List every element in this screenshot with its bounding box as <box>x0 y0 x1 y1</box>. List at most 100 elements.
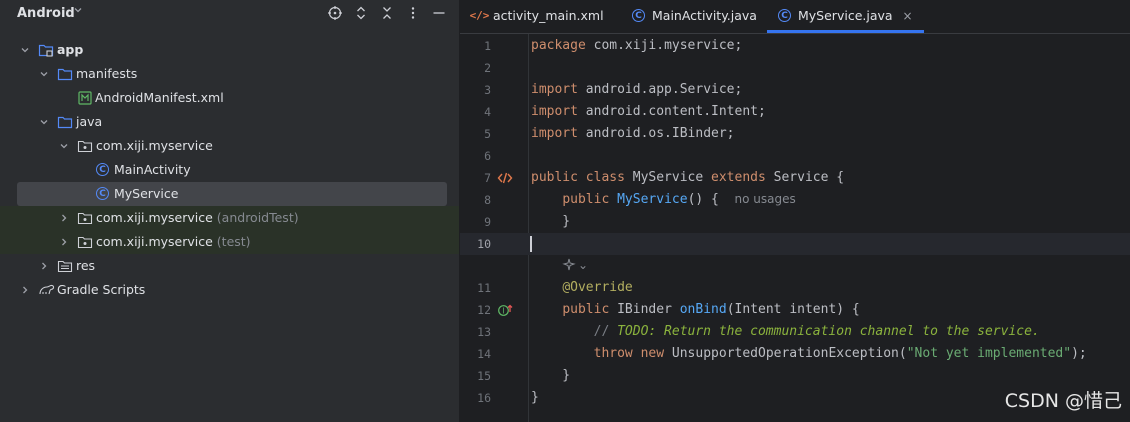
class-icon: C <box>632 9 645 22</box>
line-number: 7 <box>484 171 491 185</box>
svg-text:I: I <box>502 307 504 316</box>
line-number: 9 <box>484 215 491 229</box>
tree-item-label: MyService <box>114 186 179 201</box>
package-icon <box>77 210 93 226</box>
line-number: 1 <box>484 39 491 53</box>
line-number: 12 <box>477 303 491 317</box>
xml-icon: </> <box>469 9 490 22</box>
line-number: 15 <box>477 369 491 383</box>
line-number: 8 <box>484 193 491 207</box>
line-number: 10 <box>477 237 491 251</box>
code-text: public IBinder onBind(Intent intent) { <box>562 302 860 317</box>
line-number: 14 <box>477 347 491 361</box>
folder-icon <box>57 114 73 130</box>
code-line[interactable]: 11 @Override <box>460 277 1130 299</box>
tab-activity-main-xml[interactable]: </> activity_main.xml <box>469 0 604 31</box>
chevron-right-icon[interactable] <box>38 260 50 272</box>
tree-item-label: res <box>76 258 96 273</box>
folder-icon <box>57 66 73 82</box>
minimize-icon[interactable] <box>430 4 448 22</box>
manifest-icon <box>77 90 93 106</box>
tree-item-app[interactable]: app <box>0 38 459 62</box>
inlay-hint-icon[interactable]: ⌄ <box>562 257 588 272</box>
tree-item-res[interactable]: res <box>0 254 459 278</box>
more-options-icon[interactable] <box>404 4 422 22</box>
tree-item-java[interactable]: java <box>0 110 459 134</box>
chevron-down-icon[interactable] <box>19 44 31 56</box>
tab-label: MyService.java <box>798 8 893 23</box>
tree-item-package-main[interactable]: com.xiji.myservice <box>0 134 459 158</box>
code-line[interactable]: 9 } <box>460 211 1130 233</box>
tree-item-label: Gradle Scripts <box>57 282 146 297</box>
tree-item-label: app <box>57 42 84 57</box>
close-icon[interactable]: × <box>903 9 913 23</box>
tree-item-label: AndroidManifest.xml <box>95 90 224 105</box>
line-number: 16 <box>477 391 491 405</box>
chevron-right-icon[interactable] <box>58 236 70 248</box>
code-line[interactable]: 13 // TODO: Return the communication cha… <box>460 321 1130 343</box>
code-line[interactable]: 5 import android.os.IBinder; <box>460 123 1130 145</box>
code-text: public class MyService extends Service { <box>531 170 845 185</box>
class-icon: C <box>96 163 112 179</box>
code-line[interactable]: 15 } <box>460 365 1130 387</box>
crosshair-icon[interactable] <box>326 4 344 22</box>
code-line[interactable]: ⌄ <box>460 255 1130 277</box>
tree-item-myservice[interactable]: C MyService <box>17 182 447 206</box>
chevron-right-icon[interactable] <box>58 212 70 224</box>
tab-label: activity_main.xml <box>493 8 604 23</box>
code-text: package com.xiji.myservice; <box>531 38 743 53</box>
chevron-down-icon[interactable] <box>38 116 50 128</box>
code-line[interactable]: 7 public class MyService extends Service … <box>460 167 1130 189</box>
collapse-all-icon[interactable] <box>378 4 396 22</box>
tab-myservice-java[interactable]: C MyService.java × <box>767 0 924 33</box>
res-folder-icon <box>57 258 73 274</box>
line-number: 2 <box>484 61 491 75</box>
tab-label: MainActivity.java <box>652 8 757 23</box>
tree-item-androidmanifest[interactable]: AndroidManifest.xml <box>0 86 459 110</box>
tab-mainactivity-java[interactable]: C MainActivity.java <box>632 0 757 31</box>
tree-item-gradle-scripts[interactable]: Gradle Scripts <box>0 278 459 302</box>
code-line[interactable]: 6 <box>460 145 1130 167</box>
editor-tab-bar: </> activity_main.xml C MainActivity.jav… <box>460 0 1130 34</box>
chevron-down-icon[interactable] <box>38 68 50 80</box>
project-view-selector[interactable]: Android <box>17 6 75 21</box>
class-icon: C <box>778 9 791 22</box>
code-line[interactable]: 8 public MyService() { no usages <box>460 189 1130 211</box>
line-number: 4 <box>484 105 491 119</box>
code-line[interactable]: 4 import android.content.Intent; <box>460 101 1130 123</box>
code-line[interactable]: 10 <box>460 233 1130 255</box>
line-number: 11 <box>477 281 491 295</box>
chevron-right-icon[interactable] <box>19 284 31 296</box>
class-icon: C <box>96 187 112 203</box>
tree-item-mainactivity[interactable]: C MainActivity <box>0 158 459 182</box>
line-number: 5 <box>484 127 491 141</box>
code-line[interactable]: 3 import android.app.Service; <box>460 79 1130 101</box>
code-line[interactable]: 14 throw new UnsupportedOperationExcepti… <box>460 343 1130 365</box>
code-editor: </> activity_main.xml C MainActivity.jav… <box>460 0 1130 422</box>
code-line[interactable]: 1 package com.xiji.myservice; <box>460 35 1130 57</box>
panel-header: Android <box>0 0 459 28</box>
tree-item-package-test[interactable]: com.xiji.myservice (test) <box>0 230 459 254</box>
code-line[interactable]: 2 <box>460 57 1130 79</box>
code-text: throw new UnsupportedOperationException(… <box>593 346 1087 361</box>
code-line[interactable]: 12 I public IBinder onBind(Intent intent)… <box>460 299 1130 321</box>
expand-all-icon[interactable] <box>352 4 370 22</box>
chevron-down-icon[interactable] <box>58 140 70 152</box>
code-text: } <box>531 368 571 383</box>
source-set-suffix: (test) <box>216 234 251 249</box>
code-text: import android.os.IBinder; <box>531 126 735 141</box>
line-number: 13 <box>477 325 491 339</box>
tree-item-package-androidtest[interactable]: com.xiji.myservice (androidTest) <box>0 206 459 230</box>
tree-item-manifests[interactable]: manifests <box>0 62 459 86</box>
line-number: 6 <box>484 149 491 163</box>
class-marker-icon[interactable] <box>497 170 513 186</box>
tree-item-label: com.xiji.myservice <box>96 234 213 249</box>
chevron-down-icon[interactable] <box>73 5 83 18</box>
tree-item-label: com.xiji.myservice <box>96 210 213 225</box>
package-icon <box>77 138 93 154</box>
code-text: } <box>531 390 539 405</box>
implements-method-icon[interactable]: I <box>497 302 513 318</box>
tree-item-label: manifests <box>76 66 138 81</box>
code-text: public MyService() { no usages <box>562 192 796 207</box>
code-text: import android.app.Service; <box>531 82 743 97</box>
